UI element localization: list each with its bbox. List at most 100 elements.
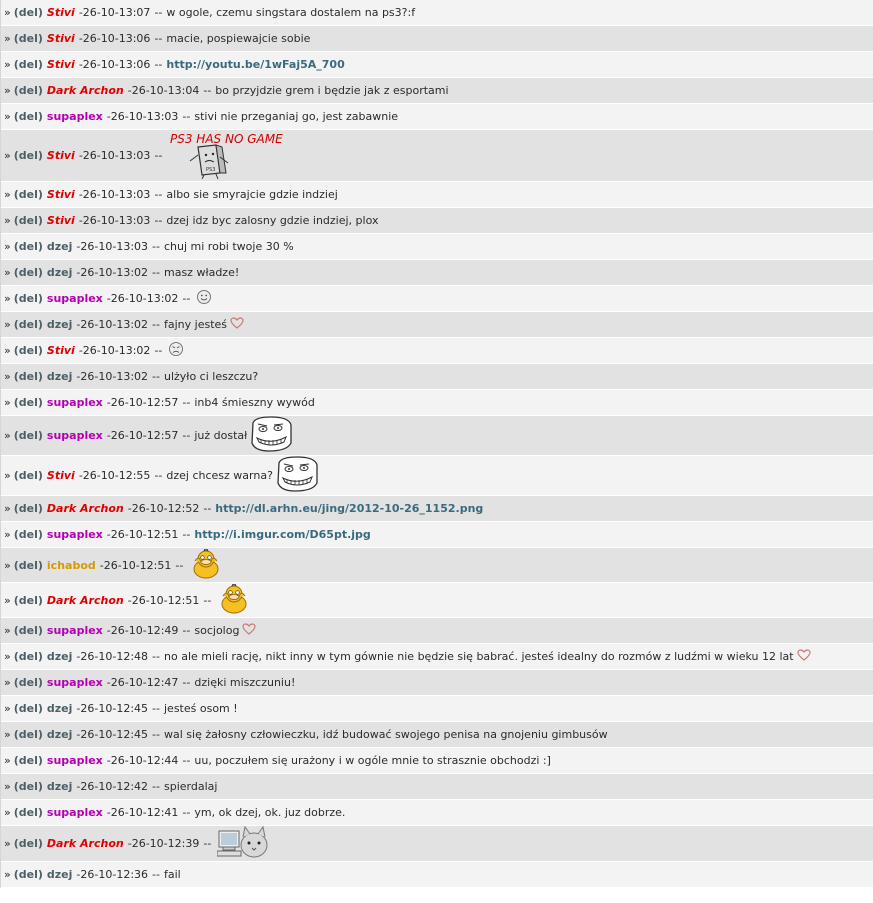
delete-link[interactable]: (del): [14, 624, 43, 637]
message-timestamp: 26-10-13:03: [82, 149, 151, 162]
author-nick[interactable]: supaplex: [47, 754, 103, 767]
author-nick[interactable]: supaplex: [47, 676, 103, 689]
author-nick[interactable]: dzej: [47, 780, 73, 793]
delete-link[interactable]: (del): [14, 780, 43, 793]
bullet-icon: »: [4, 650, 11, 663]
delete-link[interactable]: (del): [14, 528, 43, 541]
heart-emoticon-icon: [242, 623, 257, 638]
message-timestamp: 26-10-13:06: [82, 58, 151, 71]
delete-link[interactable]: (del): [14, 396, 43, 409]
author-nick[interactable]: dzej: [47, 370, 73, 383]
author-nick[interactable]: Dark Archon: [47, 84, 124, 97]
author-nick[interactable]: Stivi: [47, 58, 75, 71]
delete-link[interactable]: (del): [14, 58, 43, 71]
delete-link[interactable]: (del): [14, 559, 43, 572]
delete-link[interactable]: (del): [14, 754, 43, 767]
message-text: macie, pospiewajcie sobie: [166, 32, 311, 45]
message-text: spierdalaj: [164, 780, 218, 793]
author-nick[interactable]: supaplex: [47, 429, 103, 442]
author-nick[interactable]: dzej: [47, 650, 73, 663]
bullet-icon: »: [4, 676, 11, 689]
delete-link[interactable]: (del): [14, 110, 43, 123]
author-nick[interactable]: supaplex: [47, 624, 103, 637]
author-nick[interactable]: Stivi: [47, 344, 75, 357]
message-timestamp: 26-10-13:03: [82, 214, 151, 227]
author-nick[interactable]: ichabod: [47, 559, 96, 572]
author-nick[interactable]: Dark Archon: [47, 594, 124, 607]
message-text: fajny jesteś: [164, 318, 228, 331]
bullet-icon: »: [4, 868, 11, 881]
delete-link[interactable]: (del): [14, 868, 43, 881]
message-separator: --: [152, 728, 160, 741]
chat-message-row: » (del) Stivi - 26-10-13:03 -- PS3 HAS N…: [1, 130, 873, 182]
author-nick[interactable]: supaplex: [47, 528, 103, 541]
chat-message-row: » (del) supaplex - 26-10-12:57 -- inb4 ś…: [1, 390, 873, 416]
delete-link[interactable]: (del): [14, 84, 43, 97]
message-separator: --: [203, 84, 212, 97]
delete-link[interactable]: (del): [14, 728, 43, 741]
chat-message-row: » (del) Dark Archon - 26-10-13:04 -- bo …: [1, 78, 873, 104]
message-link[interactable]: http://dl.arhn.eu/jing/2012-10-26_1152.p…: [215, 502, 483, 515]
delete-link[interactable]: (del): [14, 676, 43, 689]
bullet-icon: »: [4, 370, 11, 383]
author-nick[interactable]: Stivi: [47, 6, 75, 19]
bullet-icon: »: [4, 754, 11, 767]
chat-message-row: » (del) Dark Archon - 26-10-12:39 --: [1, 826, 873, 862]
bullet-icon: »: [4, 110, 11, 123]
message-timestamp: 26-10-12:57: [110, 396, 179, 409]
delete-link[interactable]: (del): [14, 149, 43, 162]
delete-link[interactable]: (del): [14, 266, 43, 279]
message-separator: --: [154, 214, 163, 227]
author-nick[interactable]: Stivi: [47, 188, 75, 201]
message-link[interactable]: http://youtu.be/1wFaj5A_700: [166, 58, 344, 71]
message-text: chuj mi robi twoje 30 %: [164, 240, 294, 253]
delete-link[interactable]: (del): [14, 240, 43, 253]
delete-link[interactable]: (del): [14, 702, 43, 715]
delete-link[interactable]: (del): [14, 188, 43, 201]
delete-link[interactable]: (del): [14, 469, 43, 482]
delete-link[interactable]: (del): [14, 344, 43, 357]
message-separator: --: [152, 868, 160, 881]
delete-link[interactable]: (del): [14, 6, 43, 19]
author-nick[interactable]: Stivi: [47, 214, 75, 227]
message-text: dzej chcesz warna?: [166, 469, 273, 482]
message-separator: --: [203, 593, 212, 607]
author-nick[interactable]: dzej: [47, 318, 73, 331]
delete-link[interactable]: (del): [14, 370, 43, 383]
delete-link[interactable]: (del): [14, 429, 43, 442]
shoutbox-list: » (del) Stivi - 26-10-13:07 -- w ogole, …: [0, 0, 873, 888]
delete-link[interactable]: (del): [14, 594, 43, 607]
chat-message-row: » (del) Stivi - 26-10-12:55 -- dzej chce…: [1, 456, 873, 496]
delete-link[interactable]: (del): [14, 806, 43, 819]
author-nick[interactable]: supaplex: [47, 292, 103, 305]
heart-emoticon-icon: [796, 649, 811, 664]
author-nick[interactable]: Stivi: [47, 469, 75, 482]
author-nick[interactable]: dzej: [47, 868, 73, 881]
bullet-icon: »: [4, 624, 11, 637]
message-link[interactable]: http://i.imgur.com/D65pt.jpg: [194, 528, 370, 541]
author-nick[interactable]: Stivi: [47, 149, 75, 162]
author-nick[interactable]: Dark Archon: [47, 837, 124, 850]
message-separator: --: [182, 110, 191, 123]
chat-message-row: » (del) dzej - 26-10-13:02 -- fajny jest…: [1, 312, 873, 338]
author-nick[interactable]: supaplex: [47, 806, 103, 819]
delete-link[interactable]: (del): [14, 292, 43, 305]
delete-link[interactable]: (del): [14, 32, 43, 45]
author-nick[interactable]: supaplex: [47, 110, 103, 123]
author-nick[interactable]: Stivi: [47, 32, 75, 45]
bullet-icon: »: [4, 318, 11, 331]
delete-link[interactable]: (del): [14, 650, 43, 663]
author-nick[interactable]: dzej: [47, 266, 73, 279]
delete-link[interactable]: (del): [14, 214, 43, 227]
delete-link[interactable]: (del): [14, 502, 43, 515]
chat-message-row: » (del) dzej - 26-10-12:48 -- no ale mie…: [1, 644, 873, 670]
author-nick[interactable]: dzej: [47, 728, 73, 741]
delete-link[interactable]: (del): [14, 837, 43, 850]
bullet-icon: »: [4, 469, 11, 482]
message-timestamp: 26-10-13:03: [80, 240, 149, 253]
author-nick[interactable]: dzej: [47, 702, 73, 715]
delete-link[interactable]: (del): [14, 318, 43, 331]
author-nick[interactable]: Dark Archon: [47, 502, 124, 515]
author-nick[interactable]: supaplex: [47, 396, 103, 409]
author-nick[interactable]: dzej: [47, 240, 73, 253]
